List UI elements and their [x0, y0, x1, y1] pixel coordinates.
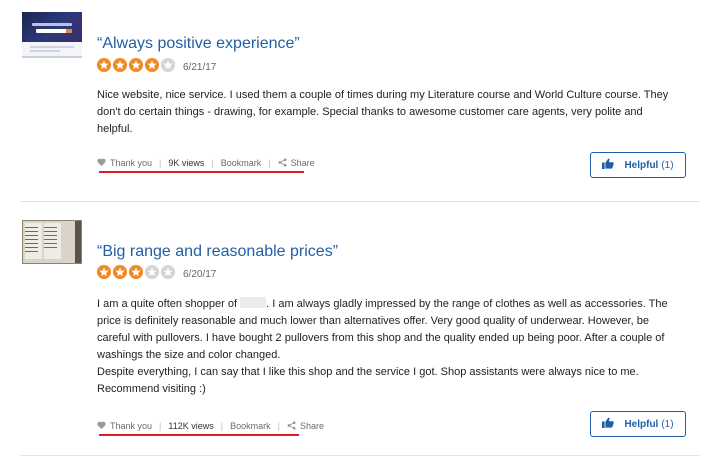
review-card: “Big range and reasonable prices” 6/20/1…	[0, 203, 720, 455]
share-label: Share	[299, 421, 324, 431]
star-icon	[161, 58, 175, 72]
review-title[interactable]: “Always positive experience”	[97, 35, 300, 53]
review-date: 6/20/17	[183, 269, 217, 280]
helpful-count: (1)	[661, 159, 674, 171]
review-body-line: don't do certain things - drawing, for e…	[97, 106, 643, 118]
share-button[interactable]: Share	[287, 421, 324, 432]
review-body: I am a quite often shopper of . I am alw…	[97, 296, 692, 398]
review-body-line: Nice website, nice service. I used them …	[97, 89, 669, 101]
separator: |	[159, 158, 162, 168]
divider	[20, 201, 700, 202]
redacted-shop-name	[240, 297, 267, 308]
share-icon	[278, 158, 287, 169]
separator: |	[211, 158, 214, 168]
review-thumbnail[interactable]	[22, 220, 82, 264]
review-body-text: I am a quite often shopper of	[97, 298, 238, 310]
thank-you-label: Thank you	[110, 421, 153, 431]
views-count: 9K views	[168, 158, 205, 168]
helpful-count: (1)	[661, 418, 674, 430]
thank-you-button[interactable]: Thank you	[97, 421, 152, 431]
star-rating: 6/20/17	[97, 265, 217, 284]
star-icon	[129, 265, 143, 279]
star-icon	[97, 58, 111, 72]
review-body: Nice website, nice service. I used them …	[97, 87, 692, 138]
bookmark-button[interactable]: Bookmark	[221, 158, 262, 168]
star-icon	[97, 265, 111, 279]
separator: |	[220, 421, 224, 431]
star-rating: 6/21/17	[97, 58, 217, 77]
share-label: Share	[290, 158, 315, 168]
helpful-label: Helpful	[624, 418, 659, 430]
review-thumbnail[interactable]	[22, 12, 82, 58]
thumbs-up-icon	[602, 158, 615, 172]
star-icon	[113, 58, 127, 72]
heart-icon	[97, 158, 106, 168]
stars	[97, 58, 177, 77]
star-icon	[161, 265, 175, 279]
reviews-page: “Always positive experience” 6/21/17 Nic…	[0, 0, 720, 459]
separator: |	[159, 421, 162, 431]
separator: |	[268, 158, 271, 168]
separator: |	[277, 421, 280, 431]
share-icon	[287, 421, 296, 432]
star-icon	[145, 265, 159, 279]
review-body-line: Recommend visiting :)	[97, 383, 206, 395]
divider	[20, 455, 700, 456]
review-body-line: Despite everything, I can say that I lik…	[97, 366, 639, 378]
thank-you-button[interactable]: Thank you	[97, 158, 152, 168]
star-icon	[129, 58, 143, 72]
thumbs-up-icon	[602, 417, 615, 431]
helpful-button[interactable]: Helpful (1)	[590, 152, 686, 178]
review-actions: Thank you | 112K views | Bookmark | Shar…	[97, 419, 324, 433]
review-actions: Thank you | 9K views | Bookmark | Share	[97, 156, 315, 170]
annotation-underline	[99, 434, 299, 436]
review-body-line: washings the size and color changed.	[97, 349, 281, 361]
star-icon	[145, 58, 159, 72]
review-body-line: careful with pullovers. I have bought 2 …	[97, 332, 665, 344]
thank-you-label: Thank you	[110, 158, 153, 168]
review-body-line: price is definitely reasonable and much …	[97, 315, 649, 327]
views-count: 112K views	[168, 421, 214, 431]
annotation-underline	[99, 171, 304, 173]
star-icon	[113, 265, 127, 279]
review-body-line: I am a quite often shopper of . I am alw…	[97, 297, 668, 310]
review-title[interactable]: “Big range and reasonable prices”	[97, 243, 338, 261]
review-date: 6/21/17	[183, 62, 217, 73]
review-card: “Always positive experience” 6/21/17 Nic…	[0, 0, 720, 200]
review-body-line: helpful.	[97, 123, 133, 135]
stars	[97, 265, 177, 284]
share-button[interactable]: Share	[278, 158, 315, 169]
helpful-button[interactable]: Helpful (1)	[590, 411, 686, 437]
review-body-text: . I am always gladly impressed by the ra…	[266, 298, 668, 310]
heart-icon	[97, 421, 106, 431]
bookmark-button[interactable]: Bookmark	[230, 421, 271, 431]
helpful-label: Helpful	[624, 159, 659, 171]
